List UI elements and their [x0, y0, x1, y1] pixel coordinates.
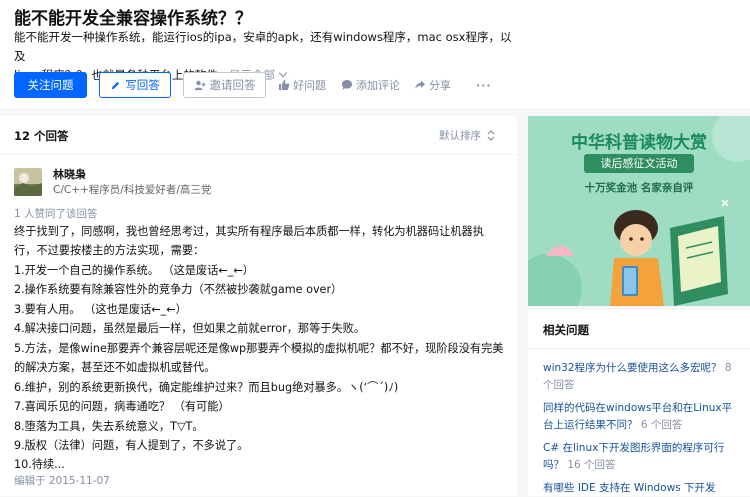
- related-question-link[interactable]: 同样的代码在windows平台和在Linux平: [543, 400, 743, 417]
- edited-timestamp: 编辑于 2015-11-07: [14, 475, 110, 487]
- good-question-label: 好问题: [293, 79, 326, 92]
- banner-subtitle: 读后感征文活动: [584, 154, 694, 173]
- related-question-link[interactable]: 有哪些 IDE 支持在 Windows 下开发: [543, 480, 743, 497]
- related-question-link[interactable]: C# 在linux下开发图形界面的程序可行: [543, 440, 743, 457]
- share-button[interactable]: 分享: [414, 72, 451, 98]
- add-user-icon: [194, 80, 206, 90]
- invite-answer-label: 邀请回答: [209, 78, 256, 92]
- follow-question-button[interactable]: 关注问题: [14, 72, 87, 98]
- invite-answer-button[interactable]: 邀请回答: [183, 72, 266, 98]
- author-name[interactable]: 林晓枭: [53, 166, 86, 182]
- related-question-link[interactable]: win32程序为什么要使用这么多宏呢？: [543, 362, 722, 374]
- related-question-link[interactable]: 吗？: [543, 459, 564, 471]
- answer-paragraph: 10.待续...: [14, 458, 65, 472]
- sort-dropdown[interactable]: 默认排序: [439, 128, 495, 143]
- question-header: 能不能开发全兼容操作系统？？ 能不能开发一种操作系统，能运行ios的ipa，安卓…: [0, 0, 750, 108]
- add-comment-label: 添加评论: [356, 79, 400, 92]
- banner-title: 中华科普读物大赏: [571, 133, 707, 153]
- avatar[interactable]: [14, 168, 42, 196]
- answer-paragraph: 5.方法，是像wine那要弄个兼容层呢还是像wp那要弄个模拟的虚拟机呢？都不好，…: [14, 341, 504, 355]
- banner-tagline: 十万奖金池 名家亲自评: [584, 182, 694, 194]
- related-item[interactable]: win32程序为什么要使用这么多宏呢？ 8 个回答: [543, 360, 743, 393]
- answer-paragraph: 的解决方案，甚至还不如虚拟机或替代。: [14, 361, 216, 375]
- answer-count: 12 个回答: [14, 129, 69, 143]
- comment-icon: [342, 80, 352, 90]
- write-answer-button[interactable]: 写回答: [99, 72, 171, 98]
- related-item[interactable]: 同样的代码在windows平台和在Linux平 台上运行结果不同？ 6 个回答: [543, 400, 743, 433]
- related-questions-panel: 相关问题 win32程序为什么要使用这么多宏呢？ 8 个回答 同样的代码在win…: [528, 310, 750, 496]
- pencil-icon: [112, 81, 120, 89]
- question-detail-line: 能不能开发一种操作系统，能运行ios的ipa，安卓的apk，还有windows程…: [14, 30, 512, 63]
- answer-paragraph: 3.要有人用。 （这也是废话←_←）: [14, 302, 187, 316]
- answer-paragraph: 7.喜闻乐见的问题，病毒通吃？ （有可能）: [14, 400, 230, 414]
- sort-arrows-icon: [487, 130, 495, 141]
- answer-list-header: 12 个回答 默认排序: [0, 116, 517, 155]
- answer-paragraph: 终于找到了，同感啊，我也曾经思考过，其实所有程序最后本质都一样，转化为机器码让机…: [14, 225, 484, 238]
- related-answer-count: 16 个回答: [567, 458, 616, 471]
- question-title: 能不能开发全兼容操作系统？？: [14, 9, 252, 29]
- answer-paragraph: 2.操作系统要有除兼容性外的竞争力（不然被抄袭就game over）: [14, 283, 343, 297]
- answer-paragraph: 行，不过要按楼主的方法实现，需要：: [14, 244, 205, 258]
- answer-paragraph: 1.开发一个自己的操作系统。 （这是废话←_←）: [14, 263, 254, 277]
- related-title: 相关问题: [543, 323, 589, 337]
- more-actions-button[interactable]: ···: [476, 72, 492, 98]
- answer-paragraph: 4.解决接口问题，虽然是最后一样，但如果之前就error，那等于失败。: [14, 322, 366, 336]
- related-question-link[interactable]: 台上运行结果不同？: [543, 419, 638, 431]
- add-comment-button[interactable]: 添加评论: [341, 72, 400, 98]
- related-item[interactable]: 有哪些 IDE 支持在 Windows 下开发: [543, 480, 743, 497]
- related-answer-count: 6 个回答: [640, 418, 683, 431]
- author-bio: C/C++程序员/科技爱好者/高三党: [53, 184, 212, 196]
- divider: [528, 348, 750, 349]
- share-label: 分享: [429, 79, 451, 92]
- answer-paragraph: 6.维护，别的系统更新换代，确定能维护过来？而且bug绝对暴多。ヽ(‘⌒´)ﾉ): [14, 380, 399, 394]
- answer-paragraph: 9.版权（法律）问题，有人提到了，不多说了。: [14, 438, 249, 452]
- good-question-button[interactable]: 好问题: [278, 72, 326, 98]
- share-icon: [415, 80, 425, 89]
- related-item[interactable]: C# 在linux下开发图形界面的程序可行 吗？ 16 个回答: [543, 440, 743, 473]
- vote-count: 1 人赞同了该回答: [14, 208, 98, 220]
- sort-label: 默认排序: [439, 130, 481, 142]
- answer-content: 终于找到了，同感啊，我也曾经思考过，其实所有程序最后本质都一样，转化为机器码让机…: [14, 222, 509, 475]
- write-answer-label: 写回答: [125, 78, 160, 92]
- answer-paragraph: 8.堕落为工具，失去系统意义，T▽T。: [14, 419, 204, 433]
- thumbs-up-icon: [279, 80, 290, 90]
- promo-banner[interactable]: 中华科普读物大赏 读后感征文活动 十万奖金池 名家亲自评: [528, 116, 750, 306]
